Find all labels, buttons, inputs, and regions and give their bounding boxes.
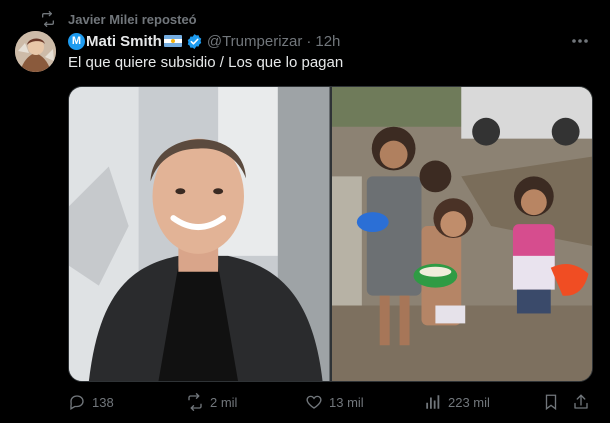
separator-dot: · xyxy=(306,32,312,50)
avatar-image xyxy=(15,31,56,72)
bookmark-button[interactable] xyxy=(542,393,560,411)
repost-icon xyxy=(42,11,54,27)
bookmark-icon xyxy=(545,394,557,411)
verified-badge-icon xyxy=(187,33,202,49)
author-name: Mati Smith xyxy=(86,32,162,50)
retweet-icon xyxy=(188,393,202,411)
reply-icon xyxy=(70,395,84,410)
reply-count: 138 xyxy=(92,394,114,410)
views-button[interactable]: 223 mil xyxy=(424,393,490,411)
media-image-left[interactable] xyxy=(69,87,330,381)
name-logo-icon: M xyxy=(68,32,85,50)
share-button[interactable] xyxy=(572,393,590,411)
tweet-text: El que quiere subsidio / Los que lo paga… xyxy=(68,54,344,71)
photo-man-smiling xyxy=(69,87,330,381)
views-count: 223 mil xyxy=(448,394,490,410)
avatar[interactable] xyxy=(15,31,56,72)
author-name-container[interactable]: M Mati Smith xyxy=(68,32,182,50)
more-icon[interactable] xyxy=(570,33,590,49)
media-image-right[interactable] xyxy=(331,87,592,381)
like-icon xyxy=(306,395,322,409)
views-icon xyxy=(426,395,440,409)
tweet-actions: 138 2 mil 13 mil 223 mil xyxy=(68,393,593,413)
photo-children-with-bowls xyxy=(331,87,592,381)
tweet-media[interactable] xyxy=(68,86,593,382)
repost-indicator[interactable]: Javier Milei reposteó xyxy=(40,10,197,28)
retweet-button[interactable]: 2 mil xyxy=(186,393,237,411)
timestamp[interactable]: 12h xyxy=(315,33,340,50)
like-button[interactable]: 13 mil xyxy=(305,393,364,411)
author-handle[interactable]: @Trumperizar xyxy=(207,33,303,50)
share-icon xyxy=(574,394,588,409)
tweet-header: M Mati Smith @Trumperizar · 12h xyxy=(68,31,340,51)
retweet-count: 2 mil xyxy=(210,394,238,410)
repost-label: Javier Milei reposteó xyxy=(68,11,197,27)
like-count: 13 mil xyxy=(329,394,364,410)
argentina-flag-icon xyxy=(163,35,182,47)
reply-button[interactable]: 138 xyxy=(68,393,114,411)
